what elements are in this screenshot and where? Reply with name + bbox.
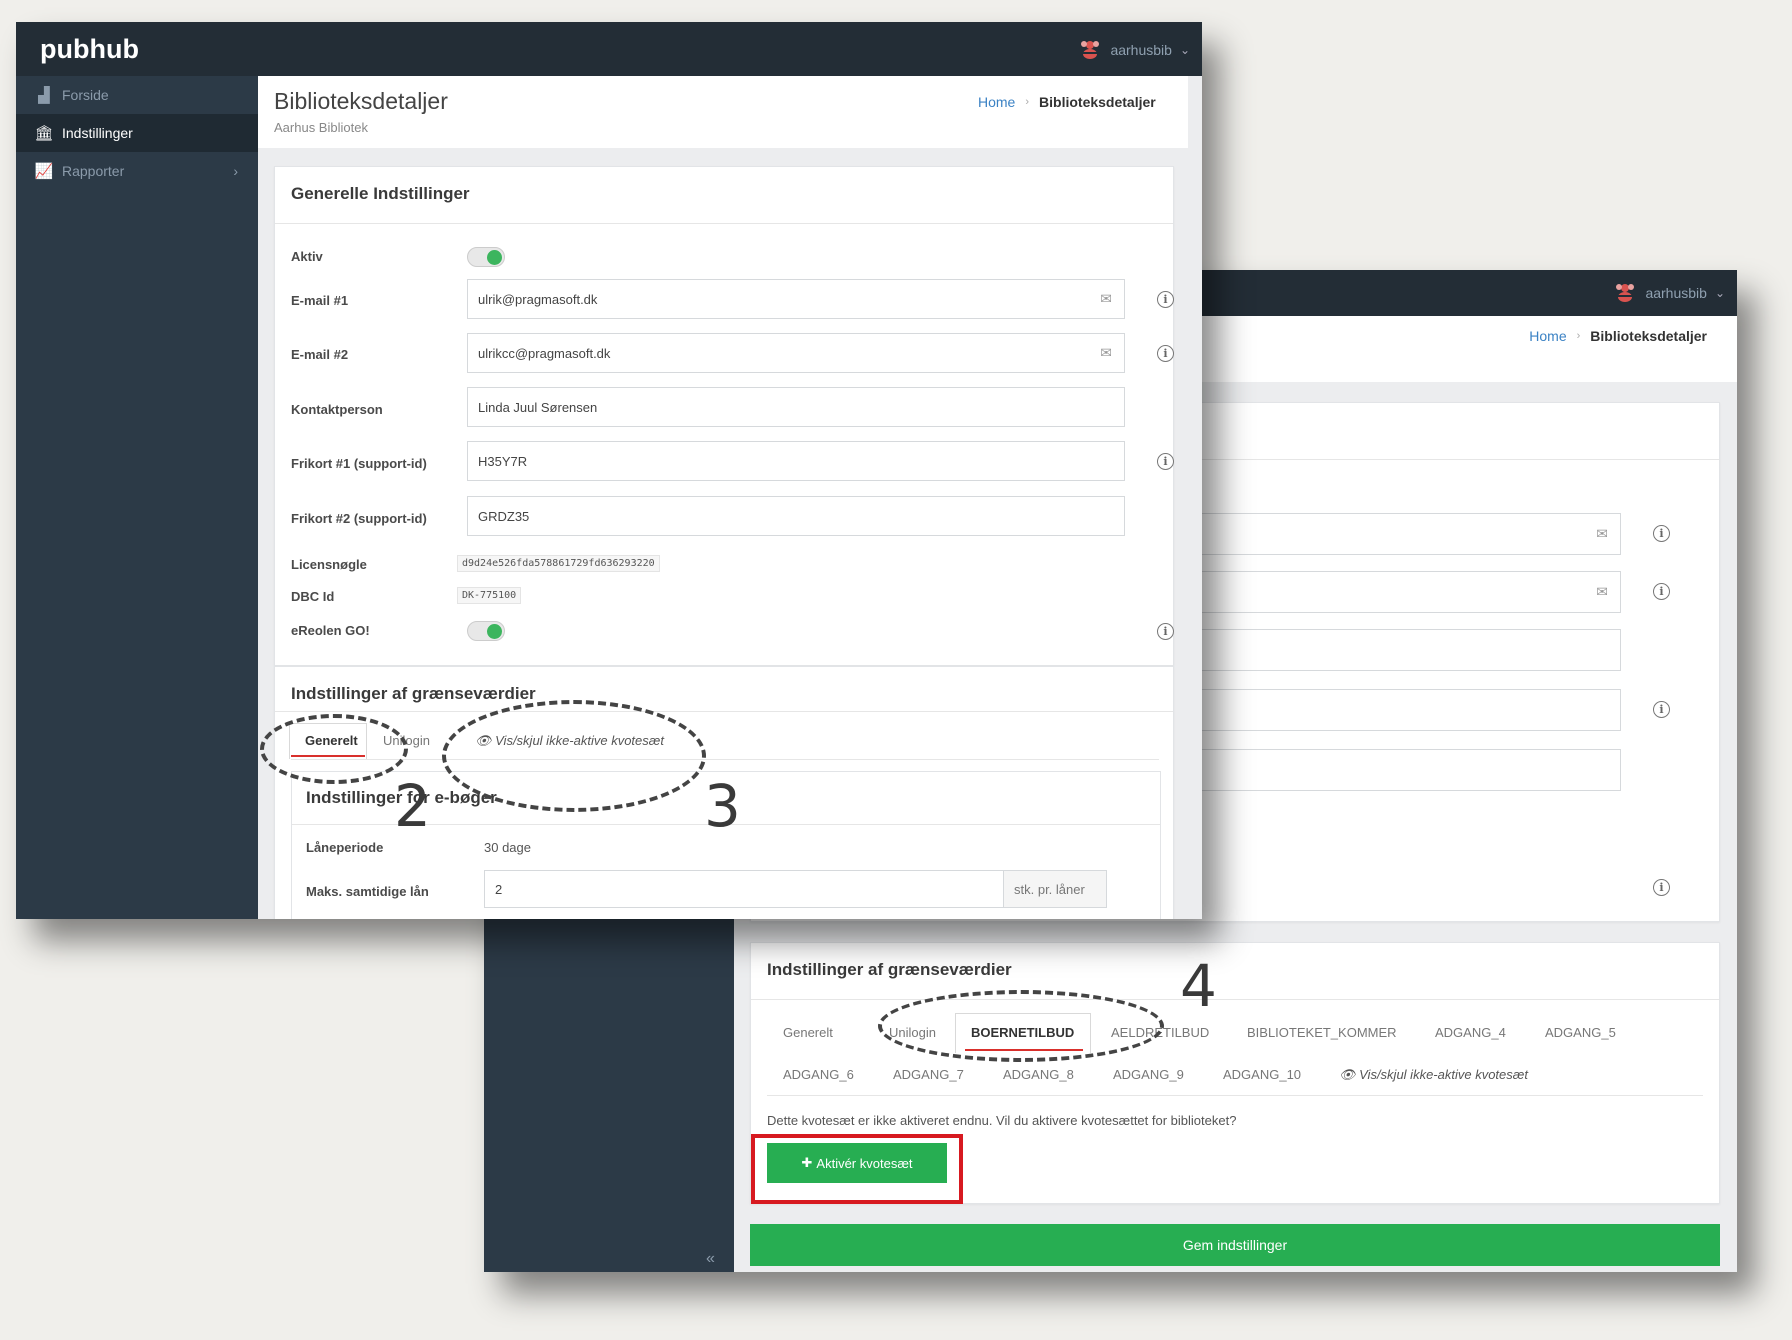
sidebar-item-indstillinger[interactable]: 🏛 Indstillinger <box>16 114 258 152</box>
toggle-inactive-quotas[interactable]: 👁 Vis/skjul ikke-aktive kvotesæt <box>1339 1067 1528 1083</box>
inactive-quota-message: Dette kvotesæt er ikke aktiveret endnu. … <box>767 1113 1237 1128</box>
info-icon[interactable]: i <box>1157 453 1174 470</box>
frikort2-label: Frikort #2 (support-id) <box>291 511 427 526</box>
kontakt-input[interactable]: Linda Juul Sørensen <box>467 387 1125 427</box>
page-title: Biblioteksdetaljer <box>274 88 448 114</box>
aktiv-toggle[interactable] <box>467 247 505 267</box>
line-chart-icon: 📈 <box>34 163 54 180</box>
kontakt-label: Kontaktperson <box>291 402 383 417</box>
info-icon[interactable]: i <box>1653 879 1670 896</box>
callout-circle-2 <box>260 714 408 784</box>
breadcrumb-current: Biblioteksdetaljer <box>1039 94 1156 110</box>
chevron-down-icon: ⌄ <box>1714 286 1725 300</box>
user-menu[interactable]: aarhusbib ⌄ <box>1613 281 1725 305</box>
callout-circle-4 <box>878 990 1164 1062</box>
max-loans-label: Maks. samtidige lån <box>306 884 429 899</box>
limits-title: Indstillinger af grænseværdier <box>291 684 536 703</box>
collapse-sidebar-icon[interactable]: « <box>706 1250 715 1268</box>
bank-icon: 🏛 <box>34 125 54 142</box>
chevron-right-icon: › <box>1025 96 1030 108</box>
save-settings-button[interactable]: Gem indstillinger <box>750 1224 1720 1266</box>
general-settings-card: Generelle Indstillinger Aktiv E-mail #1 … <box>274 166 1174 666</box>
envelope-icon: ✉ <box>1100 344 1112 361</box>
envelope-icon: ✉ <box>1596 583 1608 600</box>
info-icon[interactable]: i <box>1157 623 1174 640</box>
loan-period-value: 30 dage <box>484 840 531 855</box>
email1-label: E-mail #1 <box>291 293 349 308</box>
max-loans-unit: stk. pr. låner <box>1003 870 1107 908</box>
info-icon[interactable]: i <box>1157 345 1174 362</box>
info-icon[interactable]: i <box>1653 583 1670 600</box>
dbc-label: DBC Id <box>291 589 335 604</box>
ereolen-label: eReolen GO! <box>291 623 370 638</box>
callout-circle-3 <box>442 700 706 812</box>
tab-biblioteket-kommer[interactable]: BIBLIOTEKET_KOMMER <box>1247 1025 1397 1040</box>
breadcrumb: Home › Biblioteksdetaljer <box>1529 328 1707 344</box>
tab-generelt[interactable]: Generelt <box>783 1025 833 1040</box>
license-value: d9d24e526fda578861729fd636293220 <box>457 555 660 572</box>
info-icon[interactable]: i <box>1157 291 1174 308</box>
page-subtitle: Aarhus Bibliotek <box>274 120 368 135</box>
ereolen-toggle[interactable] <box>467 621 505 641</box>
tab-adgang-8[interactable]: ADGANG_8 <box>1003 1067 1074 1082</box>
eye-icon: 👁 <box>1339 1067 1360 1082</box>
tab-adgang-10[interactable]: ADGANG_10 <box>1223 1067 1301 1082</box>
breadcrumb-home[interactable]: Home <box>978 94 1015 110</box>
max-loans-input[interactable]: 2 <box>484 870 1004 908</box>
breadcrumb-home[interactable]: Home <box>1529 328 1566 344</box>
username: aarhusbib <box>1110 42 1172 58</box>
license-label: Licensnøgle <box>291 557 367 572</box>
envelope-icon: ✉ <box>1100 290 1112 307</box>
email2-input[interactable]: ulrikcc@pragmasoft.dk ✉ <box>467 333 1125 373</box>
callout-number-4: 4 <box>1180 952 1217 1020</box>
frikort1-label: Frikort #1 (support-id) <box>291 456 427 471</box>
chevron-right-icon: › <box>1576 330 1581 342</box>
breadcrumb-current: Biblioteksdetaljer <box>1590 328 1707 344</box>
email1-input[interactable]: ulrik@pragmasoft.dk ✉ <box>467 279 1125 319</box>
chevron-down-icon: ⌄ <box>1179 43 1190 57</box>
highlight-activate-button <box>751 1134 963 1204</box>
limits-title: Indstillinger af grænseværdier <box>767 960 1012 979</box>
frikort1-input[interactable]: H35Y7R <box>467 441 1125 481</box>
sidebar: ▟ Forside 🏛 Indstillinger 📈 Rapporter › <box>16 76 258 919</box>
envelope-icon: ✉ <box>1596 525 1608 542</box>
sidebar-item-rapporter[interactable]: 📈 Rapporter › <box>16 152 258 190</box>
dbc-value: DK-775100 <box>457 587 522 604</box>
app-logo[interactable]: pubhub <box>40 34 139 65</box>
frikort2-input[interactable]: GRDZ35 <box>467 496 1125 536</box>
info-icon[interactable]: i <box>1653 525 1670 542</box>
tab-adgang-9[interactable]: ADGANG_9 <box>1113 1067 1184 1082</box>
callout-number-3: 3 <box>704 772 741 840</box>
username: aarhusbib <box>1645 285 1707 301</box>
bee-logo-icon <box>1081 41 1100 59</box>
chevron-right-icon: › <box>233 163 238 179</box>
bar-chart-icon: ▟ <box>38 87 50 104</box>
topbar <box>16 22 1202 76</box>
info-icon[interactable]: i <box>1653 701 1670 718</box>
tab-adgang-6[interactable]: ADGANG_6 <box>783 1067 854 1082</box>
sidebar-item-forside[interactable]: ▟ Forside <box>16 76 258 114</box>
tab-adgang-5[interactable]: ADGANG_5 <box>1545 1025 1616 1040</box>
general-settings-title: Generelle Indstillinger <box>291 184 470 203</box>
bee-logo-icon <box>1616 284 1635 302</box>
callout-number-2: 2 <box>394 772 431 840</box>
user-menu[interactable]: aarhusbib ⌄ <box>1078 38 1190 62</box>
email2-label: E-mail #2 <box>291 347 349 362</box>
loan-period-label: Låneperiode <box>306 840 384 855</box>
tab-adgang-7[interactable]: ADGANG_7 <box>893 1067 964 1082</box>
aktiv-label: Aktiv <box>291 249 323 264</box>
tab-adgang-4[interactable]: ADGANG_4 <box>1435 1025 1506 1040</box>
breadcrumb: Home › Biblioteksdetaljer <box>978 94 1156 110</box>
